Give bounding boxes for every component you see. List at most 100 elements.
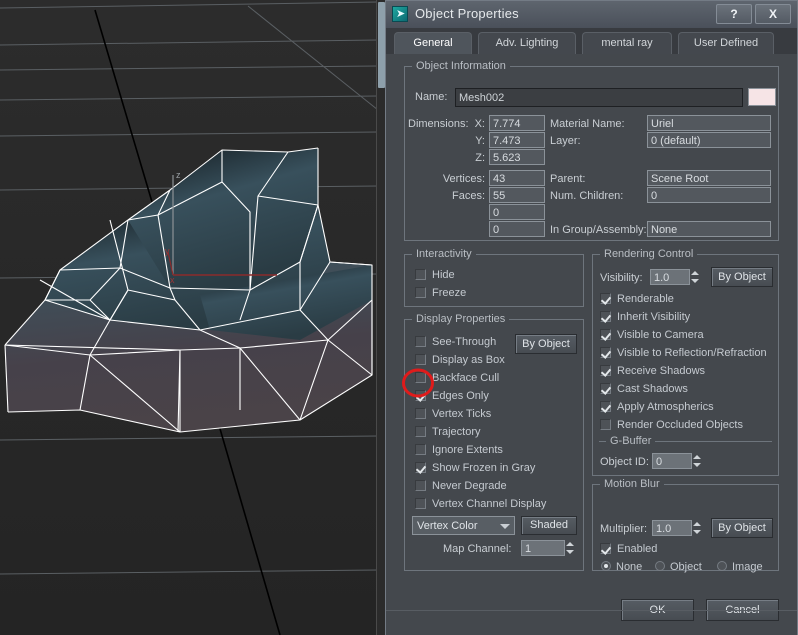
close-button[interactable]: X bbox=[755, 4, 791, 24]
layer-value: 0 (default) bbox=[647, 132, 771, 148]
checkbox-label: Cast Shadows bbox=[617, 383, 688, 395]
checkbox-box bbox=[600, 311, 611, 322]
checkbox-motion-blur-enabled[interactable]: Enabled bbox=[600, 543, 657, 556]
name-input[interactable]: Mesh002 bbox=[455, 88, 743, 107]
shaded-button[interactable]: Shaded bbox=[521, 516, 577, 535]
num-children-value: 0 bbox=[647, 187, 771, 203]
vertices-label: Vertices: bbox=[442, 173, 485, 185]
checkbox-label: Visible to Reflection/Refraction bbox=[617, 347, 767, 359]
object-properties-dialog: ➤ Object Properties ? X General Adv. Lig… bbox=[385, 0, 798, 635]
map-channel-label: Map Channel: bbox=[443, 543, 512, 555]
checkbox-label: Receive Shadows bbox=[617, 365, 706, 377]
checkbox-ignore-extents[interactable]: Ignore Extents bbox=[415, 444, 503, 457]
tab-adv-lighting[interactable]: Adv. Lighting bbox=[478, 32, 576, 54]
radio-label: Image bbox=[732, 561, 763, 573]
dim-z-value: 5.623 bbox=[489, 149, 545, 165]
checkbox-box bbox=[415, 444, 426, 455]
dim-x-label: X: bbox=[474, 118, 485, 130]
checkbox-box bbox=[600, 293, 611, 304]
help-button[interactable]: ? bbox=[716, 4, 752, 24]
rendering-by-object-button[interactable]: By Object bbox=[711, 267, 773, 287]
viewport-3d[interactable]: z y x bbox=[0, 0, 386, 635]
checkbox-box bbox=[415, 372, 426, 383]
checkbox-box bbox=[600, 543, 611, 554]
checkbox-see-through[interactable]: See-Through bbox=[415, 336, 496, 349]
map-channel-spinner[interactable] bbox=[565, 540, 576, 556]
object-id-input[interactable]: 0 bbox=[652, 453, 692, 469]
checkbox-label: Ignore Extents bbox=[432, 444, 503, 456]
name-label: Name: bbox=[415, 91, 448, 103]
checkbox-label: Never Degrade bbox=[432, 480, 507, 492]
object-information-label: Object Information bbox=[412, 60, 510, 72]
radio-circle bbox=[601, 561, 611, 571]
checkbox-label: Show Frozen in Gray bbox=[432, 462, 536, 474]
viewport-scrollbar-thumb[interactable] bbox=[378, 2, 385, 88]
checkbox-cast-shadows[interactable]: Cast Shadows bbox=[600, 383, 688, 396]
checkbox-visible-to-reflection-refraction[interactable]: Visible to Reflection/Refraction bbox=[600, 347, 767, 360]
checkbox-renderable[interactable]: Renderable bbox=[600, 293, 674, 306]
checkbox-box bbox=[415, 336, 426, 347]
checkbox-inherit-visibility[interactable]: Inherit Visibility bbox=[600, 311, 690, 324]
display-properties-group: Display Properties By Object See-Through… bbox=[404, 313, 584, 571]
checkbox-hide[interactable]: Hide bbox=[415, 269, 455, 282]
faces-label: Faces: bbox=[451, 190, 485, 202]
checkbox-never-degrade[interactable]: Never Degrade bbox=[415, 480, 507, 493]
checkbox-freeze[interactable]: Freeze bbox=[415, 287, 466, 300]
checkbox-apply-atmospherics[interactable]: Apply Atmospherics bbox=[600, 401, 714, 414]
multiplier-input[interactable]: 1.0 bbox=[652, 520, 692, 536]
radio-label: None bbox=[616, 561, 643, 573]
radio-circle bbox=[717, 561, 727, 571]
object-color-swatch[interactable] bbox=[748, 88, 776, 106]
map-channel-input[interactable]: 1 bbox=[521, 540, 565, 556]
checkbox-label: Display as Box bbox=[432, 354, 505, 366]
tab-mental-ray[interactable]: mental ray bbox=[582, 32, 672, 54]
object-id-spinner[interactable] bbox=[692, 453, 703, 469]
visibility-label: Visibility: bbox=[600, 272, 643, 284]
vertex-channel-dropdown[interactable]: Vertex Color bbox=[412, 516, 515, 535]
checkbox-trajectory[interactable]: Trajectory bbox=[415, 426, 481, 439]
checkbox-box bbox=[600, 401, 611, 412]
display-by-object-button[interactable]: By Object bbox=[515, 334, 577, 354]
checkbox-box bbox=[415, 287, 426, 298]
radio-motion-blur-object[interactable]: Object bbox=[655, 561, 702, 573]
checkbox-box bbox=[415, 426, 426, 437]
checkbox-receive-shadows[interactable]: Receive Shadows bbox=[600, 365, 705, 378]
tab-user-defined[interactable]: User Defined bbox=[678, 32, 774, 54]
checkbox-box bbox=[415, 408, 426, 419]
radio-motion-blur-none[interactable]: None bbox=[601, 561, 642, 573]
visibility-input[interactable]: 1.0 bbox=[650, 269, 690, 285]
visibility-spinner[interactable] bbox=[690, 269, 701, 285]
dialog-titlebar[interactable]: ➤ Object Properties ? X bbox=[386, 1, 797, 29]
checkbox-backface-cull[interactable]: Backface Cull bbox=[415, 372, 499, 385]
checkbox-label: Hide bbox=[432, 269, 455, 281]
checkbox-label: Vertex Ticks bbox=[432, 408, 492, 420]
radio-motion-blur-image[interactable]: Image bbox=[717, 561, 763, 573]
tab-general[interactable]: General bbox=[394, 32, 472, 54]
checkbox-edges-only[interactable]: Edges Only bbox=[415, 390, 489, 403]
checkbox-label: Enabled bbox=[617, 543, 658, 555]
mesh-object bbox=[4, 147, 373, 433]
checkbox-box bbox=[415, 498, 426, 509]
motion-blur-by-object-button[interactable]: By Object bbox=[711, 518, 773, 538]
multiplier-spinner[interactable] bbox=[692, 520, 703, 536]
checkbox-display-as-box[interactable]: Display as Box bbox=[415, 354, 505, 367]
checkbox-box bbox=[600, 329, 611, 340]
num-children-label: Num. Children: bbox=[550, 190, 624, 202]
checkbox-vertex-ticks[interactable]: Vertex Ticks bbox=[415, 408, 491, 421]
dimensions-label: Dimensions: bbox=[408, 118, 469, 130]
interactivity-group: Interactivity Hide Freeze bbox=[404, 248, 584, 307]
checkbox-box bbox=[600, 419, 611, 430]
gbuffer-label: G-Buffer bbox=[606, 435, 656, 447]
display-properties-label: Display Properties bbox=[412, 313, 510, 325]
checkbox-visible-to-camera[interactable]: Visible to Camera bbox=[600, 329, 704, 342]
tab-strip: General Adv. Lighting mental ray User De… bbox=[386, 28, 797, 55]
checkbox-show-frozen-in-gray[interactable]: Show Frozen in Gray bbox=[415, 462, 535, 475]
radio-circle bbox=[655, 561, 665, 571]
checkbox-label: See-Through bbox=[432, 336, 497, 348]
checkbox-box bbox=[600, 365, 611, 376]
vertices-value: 43 bbox=[489, 170, 545, 186]
axis-y-label: y bbox=[165, 246, 170, 256]
checkbox-render-occluded-objects[interactable]: Render Occluded Objects bbox=[600, 419, 743, 432]
checkbox-vertex-channel-display[interactable]: Vertex Channel Display bbox=[415, 498, 546, 511]
checkbox-box bbox=[600, 347, 611, 358]
